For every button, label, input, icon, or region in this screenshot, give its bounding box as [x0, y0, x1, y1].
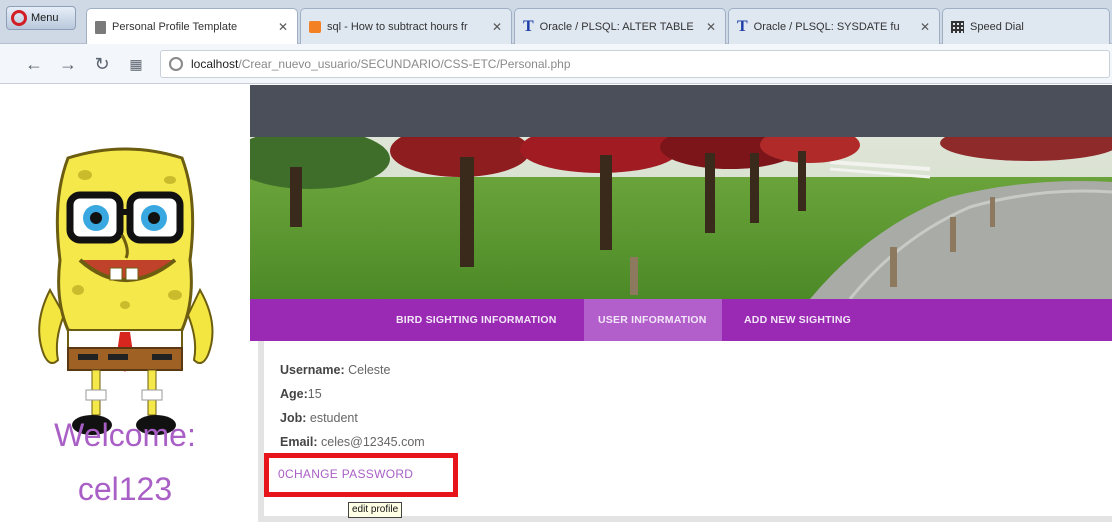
close-icon[interactable]: ✕ — [705, 20, 717, 34]
user-information-panel: Username: Celeste Age:15 Job: estudent E… — [258, 341, 1112, 522]
close-icon[interactable]: ✕ — [277, 20, 289, 34]
username-heading: cel123 — [77, 471, 173, 507]
tab-title: Oracle / PLSQL: ALTER TABLE — [539, 20, 694, 33]
age-field: Age:15 — [280, 387, 322, 401]
techonthenet-icon: T — [523, 17, 534, 35]
welcome-heading: Welcome: — [54, 417, 196, 453]
browser-address-bar: ← → ↻ ▦ localhost/Crear_nuevo_usuario/SE… — [0, 44, 1112, 84]
site-info-icon[interactable] — [169, 57, 183, 71]
tab-sql-subtract-hours[interactable]: sql - How to subtract hours fr ✕ — [300, 8, 512, 44]
email-label: Email: — [280, 435, 318, 449]
tab-oracle-alter-table[interactable]: T Oracle / PLSQL: ALTER TABLE ✕ — [514, 8, 726, 44]
edit-profile-tooltip: edit profile — [348, 502, 403, 518]
email-value: celes@12345.com — [317, 435, 425, 449]
techonthenet-icon: T — [737, 17, 748, 35]
job-label: Job: — [280, 411, 307, 425]
profile-sidebar: Welcome: cel123 — [0, 85, 250, 522]
close-icon[interactable]: ✕ — [491, 20, 503, 34]
top-header-bar — [250, 85, 1112, 137]
url-text: localhost/Crear_nuevo_usuario/SECUNDARIO… — [191, 57, 571, 71]
speed-dial-grid-icon[interactable]: ▦ — [124, 52, 148, 76]
url-input[interactable]: localhost/Crear_nuevo_usuario/SECUNDARIO… — [160, 50, 1110, 78]
page: Welcome: cel123 BIRD SIGHTING INFORMATIO… — [0, 85, 1112, 522]
avatar-spongebob-image — [38, 147, 214, 435]
username-value: Celeste — [344, 363, 391, 377]
url-path: /Crear_nuevo_usuario/SECUNDARIO/CSS-ETC/… — [238, 57, 571, 71]
browser-menu-label: Menu — [31, 12, 59, 24]
tab-title: sql - How to subtract hours fr — [327, 20, 468, 33]
job-value: estudent — [306, 411, 358, 425]
browser-menu-button[interactable]: Menu — [6, 6, 76, 30]
browser-tab-strip: Menu Personal Profile Template ✕ sql - H… — [0, 0, 1112, 45]
main-navigation-menu: BIRD SIGHTING INFORMATION USER INFORMATI… — [250, 299, 1112, 341]
speed-dial-icon — [951, 20, 964, 33]
menu-item-user-information[interactable]: USER INFORMATION — [584, 299, 722, 341]
url-host: localhost — [191, 57, 239, 71]
document-icon — [95, 20, 106, 34]
tab-oracle-sysdate[interactable]: T Oracle / PLSQL: SYSDATE fu ✕ — [728, 8, 940, 44]
reload-icon[interactable]: ↻ — [90, 52, 114, 76]
forward-arrow-icon[interactable]: → — [56, 52, 80, 76]
tab-title: Speed Dial — [970, 20, 1024, 33]
change-password-link[interactable]: 0CHANGE PASSWORD — [278, 467, 413, 481]
tab-title: Oracle / PLSQL: SYSDATE fu — [753, 20, 900, 33]
job-field: Job: estudent — [280, 411, 358, 425]
menu-item-bird-sighting-information[interactable]: BIRD SIGHTING INFORMATION — [382, 299, 571, 341]
age-value: 15 — [307, 387, 322, 401]
username-label: Username: — [280, 363, 345, 377]
tab-speed-dial[interactable]: Speed Dial — [942, 8, 1110, 44]
email-field: Email: celes@12345.com — [280, 435, 425, 449]
menu-item-add-new-sighting[interactable]: ADD NEW SIGHTING — [730, 299, 865, 341]
opera-logo-icon — [11, 10, 27, 26]
park-banner-image — [250, 137, 1112, 299]
back-arrow-icon[interactable]: ← — [22, 52, 46, 76]
tab-personal-profile[interactable]: Personal Profile Template ✕ — [86, 8, 298, 45]
close-icon[interactable]: ✕ — [919, 20, 931, 34]
tab-title: Personal Profile Template — [112, 21, 238, 33]
age-label: Age: — [280, 387, 308, 401]
stackoverflow-icon — [309, 20, 321, 33]
username-field: Username: Celeste — [280, 363, 390, 377]
